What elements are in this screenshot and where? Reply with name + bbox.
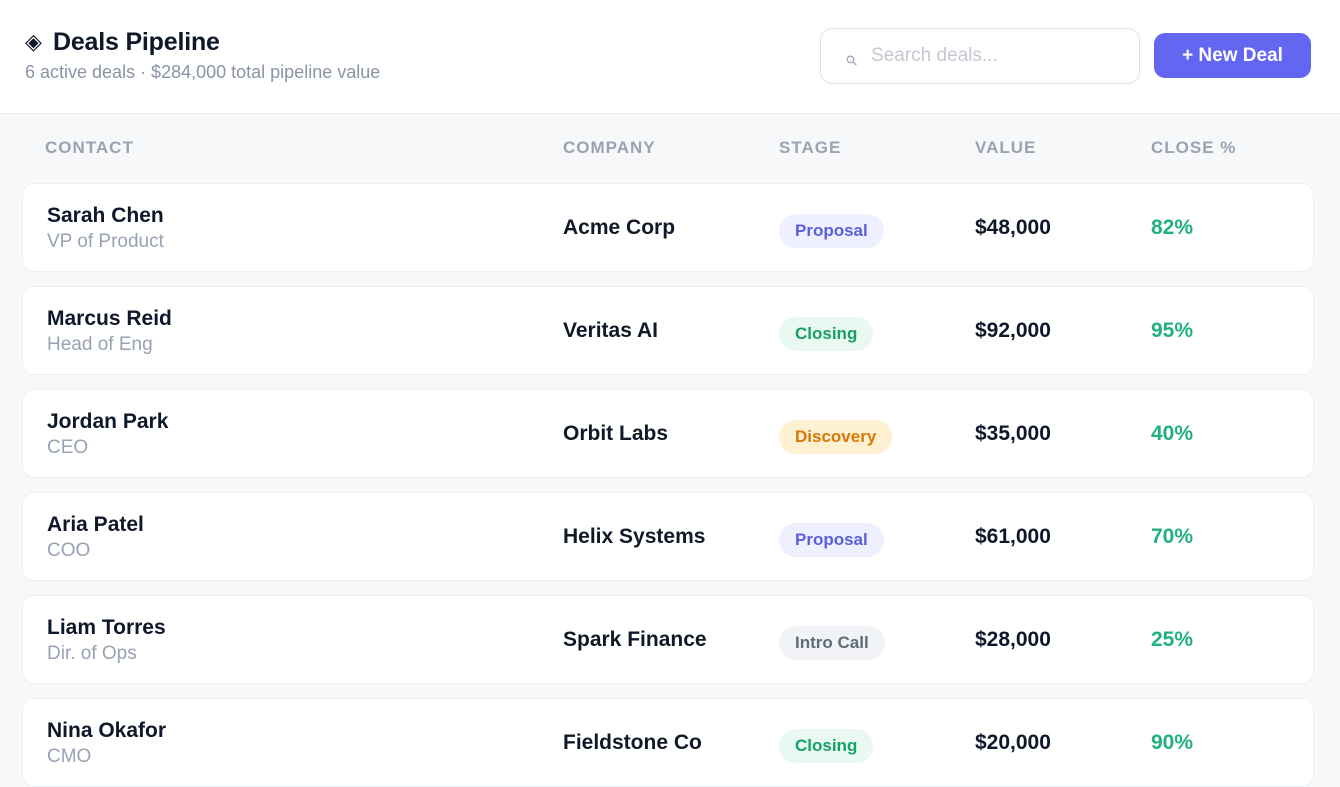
page-title: ◈ Deals Pipeline — [25, 27, 380, 57]
stage-badge: Closing — [779, 729, 874, 763]
close-probability: 82% — [1151, 216, 1194, 239]
new-deal-button[interactable]: + New Deal — [1154, 33, 1311, 78]
contact-role: CMO — [47, 746, 92, 767]
header: ◈ Deals Pipeline 6 active deals · $284,0… — [0, 0, 1340, 114]
deal-value: $48,000 — [975, 216, 1051, 239]
stage-badge: Proposal — [779, 523, 884, 557]
contact-name: Nina Okafor — [47, 719, 167, 742]
deal-value: $35,000 — [975, 422, 1051, 445]
close-probability: 70% — [1151, 525, 1194, 548]
deal-value: $28,000 — [975, 628, 1051, 651]
contact-name: Marcus Reid — [47, 307, 172, 330]
table-row[interactable]: Nina Okafor CMO Fieldstone Co Closing $20,00… — [22, 698, 1314, 787]
close-probability: 95% — [1151, 319, 1194, 342]
contact-role: VP of Product — [47, 231, 164, 252]
company-name: Acme Corp — [563, 216, 676, 239]
contact-name: Aria Patel — [47, 513, 144, 536]
table-row[interactable]: Aria Patel COO Helix Systems Proposal $61,00… — [22, 492, 1314, 581]
column-header-stage[interactable]: STAGE — [779, 138, 841, 158]
contact-role: COO — [47, 540, 91, 561]
page-subtitle: 6 active deals · $284,000 total pipeline… — [25, 62, 381, 82]
table-row[interactable]: Jordan Park CEO Orbit Labs Discovery $35,000… — [22, 389, 1314, 478]
contact-role: CEO — [47, 437, 89, 458]
close-probability: 25% — [1151, 628, 1194, 651]
company-name: Orbit Labs — [563, 422, 669, 445]
table-header: CONTACT COMPANY STAGE VALUE CLOSE % — [0, 138, 1340, 164]
company-name: Veritas AI — [563, 319, 658, 342]
search-input[interactable] — [871, 45, 1121, 67]
search-icon: ⚲ — [842, 50, 861, 70]
search-box[interactable]: ⚲ — [820, 28, 1140, 84]
stage-badge: Intro Call — [779, 626, 885, 660]
stage-badge: Discovery — [779, 420, 893, 454]
column-header-contact[interactable]: CONTACT — [45, 138, 134, 158]
deal-value: $92,000 — [975, 319, 1051, 342]
table-row[interactable]: Marcus Reid Head of Eng Veritas AI Closing $… — [22, 286, 1314, 375]
table-row[interactable]: Sarah Chen VP of Product Acme Corp Proposal… — [22, 183, 1314, 272]
company-name: Fieldstone Co — [563, 731, 702, 754]
table-row[interactable]: Liam Torres Dir. of Ops Spark Finance Intro… — [22, 595, 1314, 684]
close-probability: 40% — [1151, 422, 1194, 445]
stage-badge: Closing — [779, 317, 874, 351]
contact-role: Head of Eng — [47, 334, 153, 355]
diamond-icon: ◈ — [25, 29, 42, 54]
contact-name: Sarah Chen — [47, 204, 164, 227]
contact-name: Jordan Park — [47, 410, 169, 433]
stage-badge: Proposal — [779, 214, 884, 248]
close-probability: 90% — [1151, 731, 1194, 754]
contact-name: Liam Torres — [47, 616, 166, 639]
contact-role: Dir. of Ops — [47, 643, 137, 664]
page-title-text: Deals Pipeline — [53, 28, 220, 56]
column-header-close[interactable]: CLOSE % — [1151, 138, 1236, 158]
company-name: Spark Finance — [563, 628, 707, 651]
company-name: Helix Systems — [563, 525, 706, 548]
deal-value: $61,000 — [975, 525, 1051, 548]
deal-value: $20,000 — [975, 731, 1051, 754]
column-header-company[interactable]: COMPANY — [563, 138, 656, 158]
title-block: ◈ Deals Pipeline 6 active deals · $284,0… — [25, 27, 380, 83]
column-header-value[interactable]: VALUE — [975, 138, 1036, 158]
